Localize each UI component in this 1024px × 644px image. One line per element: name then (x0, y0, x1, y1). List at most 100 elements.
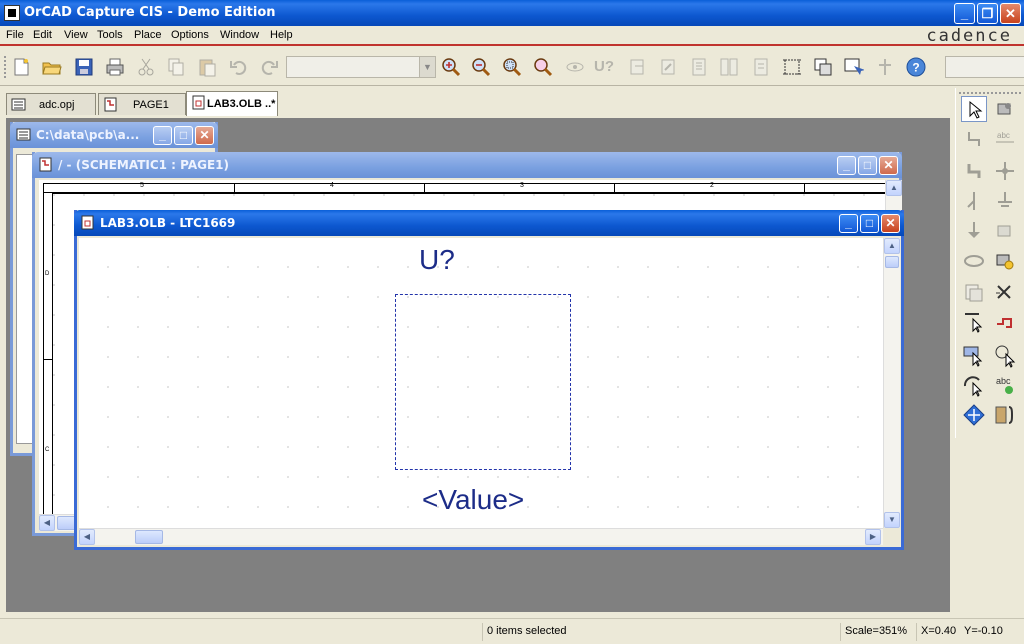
drag-icon[interactable] (874, 56, 896, 78)
scroll-up-button[interactable]: ▲ (884, 238, 900, 254)
pin-array-icon[interactable] (992, 310, 1018, 336)
select-icon[interactable] (961, 96, 987, 122)
tab-adc-opj[interactable]: adc.opj (6, 93, 96, 115)
part-body-outline[interactable] (395, 294, 571, 470)
help-icon[interactable]: ? (905, 56, 927, 78)
menu-edit[interactable]: Edit (33, 29, 52, 41)
part-value[interactable]: <Value> (422, 484, 524, 516)
net-alias-icon[interactable]: abc (992, 126, 1018, 152)
minimize-icon: _ (960, 6, 969, 21)
project-icon (16, 128, 31, 141)
toolbar-grip[interactable] (4, 56, 8, 78)
bus-entry-icon[interactable] (961, 188, 987, 214)
scroll-up-button[interactable]: ▲ (886, 180, 902, 196)
cross-ref-icon[interactable] (718, 56, 740, 78)
area-select-icon[interactable] (842, 56, 865, 78)
save-icon[interactable] (73, 56, 95, 78)
menu-place[interactable]: Place (134, 29, 162, 41)
chevron-down-icon[interactable]: ▼ (419, 57, 435, 77)
ieee-symbol-icon[interactable] (992, 96, 1018, 122)
back-annotate-icon[interactable] (627, 56, 649, 78)
off-page-icon[interactable] (992, 218, 1018, 244)
zoom-in-icon[interactable] (440, 56, 462, 78)
arc-icon[interactable] (961, 372, 987, 398)
zoom-all-icon[interactable] (532, 56, 554, 78)
minimize-button[interactable]: _ (954, 3, 975, 24)
new-icon[interactable] (10, 56, 32, 78)
undo-icon[interactable] (228, 56, 250, 78)
redo-icon[interactable] (258, 56, 280, 78)
menu-tools[interactable]: Tools (97, 29, 123, 41)
no-connect-icon[interactable] (992, 280, 1018, 306)
part-icon[interactable] (992, 248, 1018, 274)
maximize-button[interactable]: □ (858, 156, 877, 175)
text-icon[interactable]: abc (992, 372, 1018, 398)
annotate-icon[interactable]: U? (594, 56, 616, 78)
svg-text:abc: abc (997, 131, 1010, 140)
paste-icon[interactable] (196, 56, 218, 78)
menu-file[interactable]: File (6, 29, 24, 41)
update-icon[interactable] (657, 56, 679, 78)
maximize-button[interactable]: □ (174, 126, 193, 145)
copy-icon[interactable] (165, 56, 187, 78)
snap-grid-icon[interactable] (812, 56, 834, 78)
menu-help[interactable]: Help (270, 29, 293, 41)
part-search-combo[interactable]: ▼ (286, 56, 436, 78)
open-icon[interactable] (41, 56, 63, 78)
zoom-out-icon[interactable] (470, 56, 492, 78)
close-icon: ✕ (1005, 6, 1016, 21)
orcad-app-icon[interactable] (4, 5, 20, 21)
rectangle-icon[interactable] (961, 342, 987, 368)
part-canvas[interactable]: U? <Value> (79, 238, 883, 528)
part-editor-titlebar[interactable]: LAB3.OLB - LTC1669 _ □ ✕ (74, 210, 904, 236)
scroll-down-button[interactable]: ▼ (884, 512, 900, 528)
bezier-icon[interactable] (961, 402, 987, 428)
maximize-button[interactable]: □ (860, 214, 879, 233)
minimize-button[interactable]: _ (153, 126, 172, 145)
part-editor-title: LAB3.OLB - LTC1669 (100, 216, 236, 230)
power-icon[interactable] (992, 188, 1018, 214)
bus-icon[interactable] (961, 158, 987, 184)
part-horizontal-scrollbar[interactable]: ◀ ▶ (79, 528, 883, 545)
drc-icon[interactable] (781, 56, 803, 78)
polyline-icon[interactable] (992, 342, 1018, 368)
scroll-left-button[interactable]: ◀ (79, 529, 95, 545)
restore-button[interactable]: ❐ (977, 3, 998, 24)
netlist-icon[interactable] (688, 56, 710, 78)
tab-lab3-olb[interactable]: LAB3.OLB ..* (186, 91, 278, 116)
scroll-left-button[interactable]: ◀ (39, 515, 55, 531)
ieee-bracket-icon[interactable] (992, 402, 1018, 428)
tab-page1[interactable]: PAGE1 (98, 93, 186, 115)
size-grip[interactable] (883, 528, 901, 545)
schematic-window-titlebar[interactable]: / - (SCHEMATIC1 : PAGE1) _ □ ✕ (32, 152, 902, 178)
ellipse-icon[interactable] (961, 248, 987, 274)
bom-icon[interactable] (750, 56, 772, 78)
print-icon[interactable] (104, 56, 126, 78)
project-window-titlebar[interactable]: C:\data\pcb\a... _ □ ✕ (10, 122, 218, 148)
zoom-area-icon[interactable] (501, 56, 523, 78)
menu-window[interactable]: Window (220, 29, 259, 41)
pin-icon[interactable] (961, 310, 987, 336)
eye-icon[interactable] (564, 56, 586, 78)
scroll-thumb[interactable] (135, 530, 163, 544)
part-vertical-scrollbar[interactable]: ▲ ▼ (883, 238, 900, 528)
cut-icon[interactable] (135, 56, 157, 78)
ground-icon[interactable] (961, 218, 987, 244)
junction-icon[interactable] (992, 158, 1018, 184)
minimize-button[interactable]: _ (837, 156, 856, 175)
part-editor-window[interactable]: LAB3.OLB - LTC1669 _ □ ✕ U? <Value> ▲ ▼ … (74, 210, 904, 550)
close-button[interactable]: ✕ (879, 156, 898, 175)
close-button[interactable]: ✕ (195, 126, 214, 145)
scroll-thumb[interactable] (885, 256, 899, 268)
wire-icon[interactable] (961, 126, 987, 152)
library-part-icon (192, 95, 205, 110)
close-button[interactable]: ✕ (1000, 3, 1021, 24)
menu-view[interactable]: View (64, 29, 88, 41)
menu-options[interactable]: Options (171, 29, 209, 41)
close-button[interactable]: ✕ (881, 214, 900, 233)
scroll-right-button[interactable]: ▶ (865, 529, 881, 545)
minimize-button[interactable]: _ (839, 214, 858, 233)
toolbar-combo-right[interactable] (945, 56, 1024, 78)
hierarchical-block-icon[interactable] (961, 280, 987, 306)
part-reference[interactable]: U? (419, 244, 455, 276)
